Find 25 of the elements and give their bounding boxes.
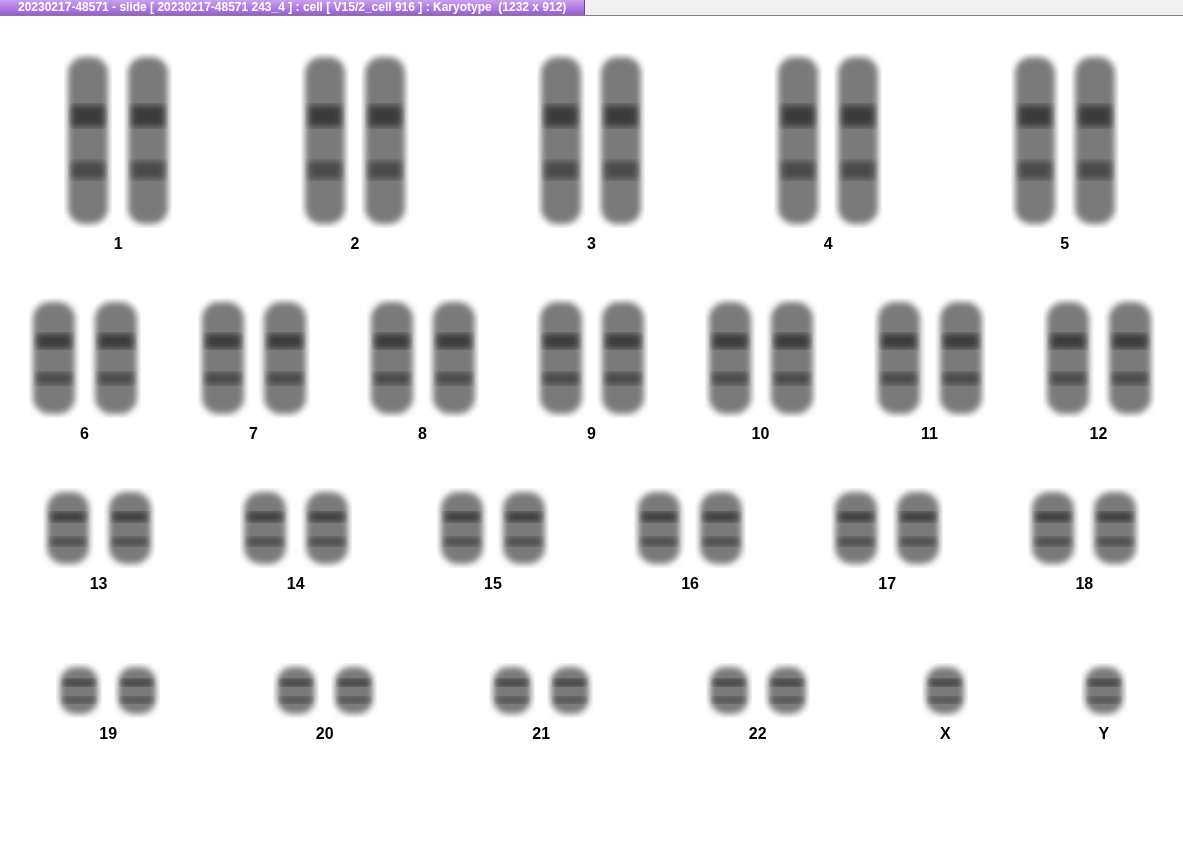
chromosome-label: 18 (1075, 574, 1094, 594)
chromosome-label: 17 (878, 574, 897, 594)
chromosome-label: 19 (99, 724, 118, 744)
chromosome-label: 2 (350, 234, 360, 254)
chromosome-label: 4 (823, 234, 833, 254)
chromosome-label: 13 (89, 574, 108, 594)
chromosome-label: 7 (249, 424, 258, 444)
chromosome-label: 12 (1089, 424, 1108, 444)
chromosome-label: 14 (286, 574, 305, 594)
chromosome-label: 1 (113, 234, 123, 254)
chromosome-label: 21 (532, 724, 551, 744)
chromosome-label: 22 (748, 724, 767, 744)
chromosome-label: 10 (751, 424, 770, 444)
chromosome-label: 5 (1060, 234, 1070, 254)
chromosome-label: 15 (484, 574, 502, 594)
chromosome-label: Y (1098, 724, 1110, 744)
chromosome-label: 6 (80, 424, 89, 444)
chromosome-label: 3 (587, 234, 596, 254)
chromosome-label: 11 (921, 424, 938, 444)
chromosome-label: 16 (681, 574, 699, 594)
chromosome-label: 9 (587, 424, 596, 444)
chromosome-label: 8 (418, 424, 427, 444)
window-title[interactable]: 20230217-48571 - slide [ 20230217-48571 243_4 ] : cell [ V15/2_cell 916 ] : Karyotype (1232 x 912) (0, 0, 586, 15)
chromosome-label: X (939, 724, 951, 744)
chromosome-label: 20 (315, 724, 334, 744)
